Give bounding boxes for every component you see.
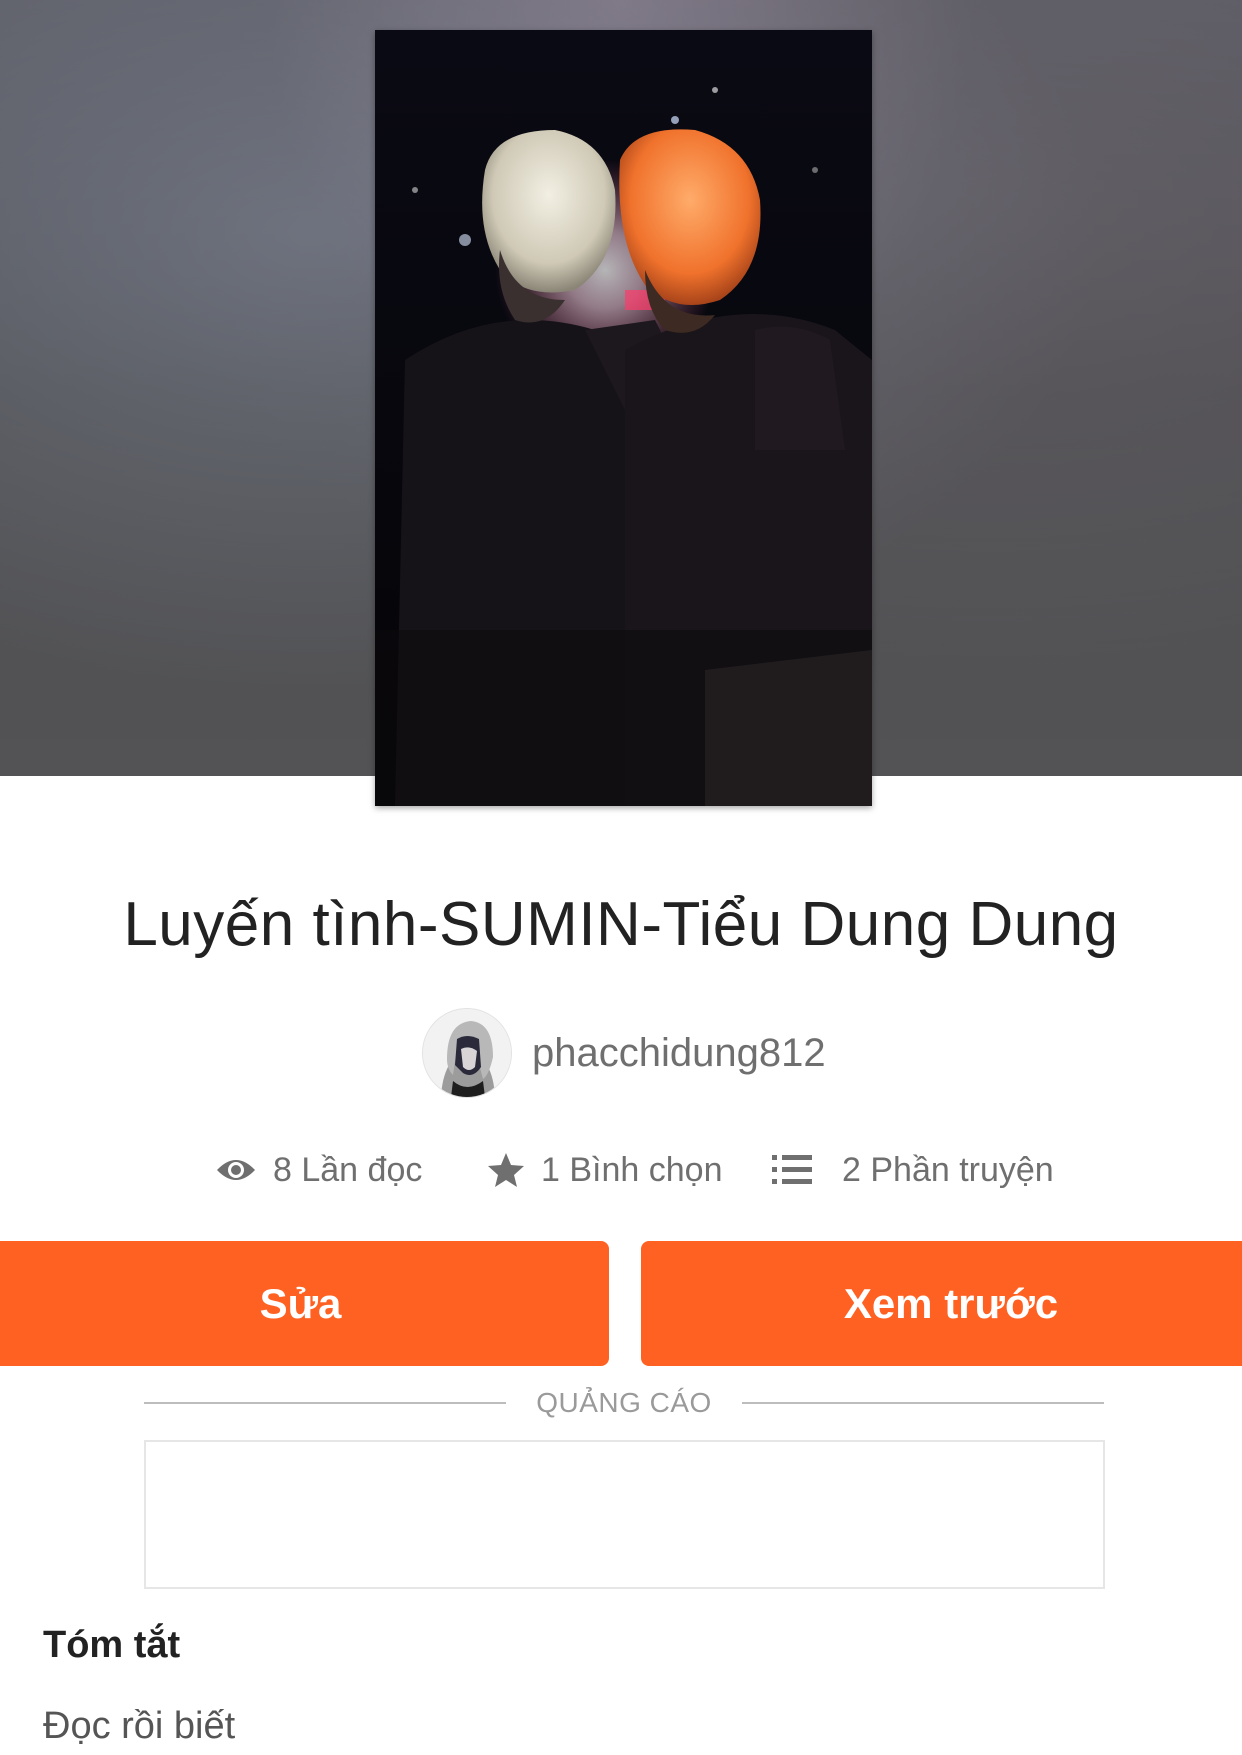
reads-count: 8 Lần đọc xyxy=(273,1150,423,1189)
reads-stat: 8 Lần đọc xyxy=(215,1140,422,1200)
list-icon xyxy=(772,1154,812,1186)
votes-count: 1 Bình chọn xyxy=(541,1150,723,1189)
edit-button[interactable]: Sửa xyxy=(0,1241,609,1366)
story-cover-image[interactable] xyxy=(375,30,872,806)
author-username[interactable]: phacchidung812 xyxy=(532,1031,826,1076)
cover-artwork xyxy=(375,30,872,806)
summary-heading: Tóm tắt xyxy=(43,1624,181,1666)
votes-stat: 1 Bình chọn xyxy=(487,1140,722,1200)
author-info[interactable]: phacchidung812 xyxy=(422,1008,826,1098)
summary-text: Đọc rồi biết xyxy=(43,1705,236,1747)
parts-count[interactable]: 2 Phần truyện xyxy=(842,1151,1054,1190)
divider-line-right xyxy=(741,1402,1105,1404)
ad-label: QUẢNG CÁO xyxy=(536,1387,712,1418)
ad-placeholder[interactable] xyxy=(144,1440,1105,1589)
story-stats: 8 Lần đọc 1 Bình chọn 2 Phần truyện xyxy=(0,1140,1242,1200)
preview-button[interactable]: Xem trước xyxy=(641,1241,1242,1366)
ad-divider: QUẢNG CÁO xyxy=(144,1386,1105,1420)
eye-icon xyxy=(215,1155,257,1185)
story-title: Luyến tình-SUMIN-Tiểu Dung Dung xyxy=(123,890,1119,959)
star-icon xyxy=(487,1152,525,1188)
divider-line-left xyxy=(144,1402,507,1404)
parts-stat[interactable]: 2 Phần truyện xyxy=(772,1140,1054,1200)
avatar-image xyxy=(423,1009,511,1097)
author-avatar[interactable] xyxy=(422,1008,512,1098)
